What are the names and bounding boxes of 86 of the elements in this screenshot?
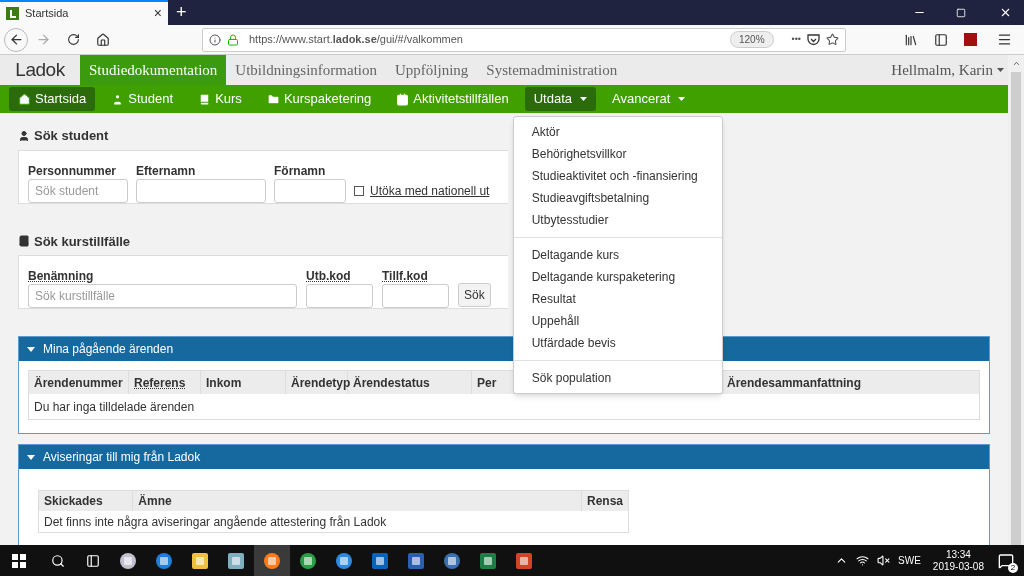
lock-icon: [227, 33, 239, 46]
windows-icon[interactable]: [12, 553, 26, 568]
dropdown-item[interactable]: Uppehåll: [513, 310, 722, 332]
dropdown-item[interactable]: Behörighetsvillkor: [513, 143, 722, 165]
module-tab[interactable]: Systemadministration: [477, 55, 627, 85]
empty-message: Det finns inte några aviseringar angående attestering från Ladok: [43, 513, 388, 531]
text-field[interactable]: Sök student: [28, 178, 128, 203]
module-tab[interactable]: Uppföljning: [386, 55, 478, 85]
dropdown-item[interactable]: Deltagande kurs: [513, 244, 722, 266]
menu-icon[interactable]: [997, 32, 1012, 47]
search-button[interactable]: Sök: [458, 283, 491, 307]
dropdown-item[interactable]: Studieaktivitet och -finansiering: [513, 165, 722, 187]
wifi-icon[interactable]: [856, 554, 870, 567]
scroll-up-icon[interactable]: [1011, 59, 1021, 68]
dropdown-item[interactable]: Studieavgiftsbetalning: [513, 187, 722, 209]
column-header: Ärendesammanfattning: [726, 374, 863, 392]
user-icon: [18, 129, 30, 142]
ladok-logo[interactable]: Ladok: [0, 55, 80, 85]
nav-link[interactable]: Startsida: [9, 87, 96, 111]
book-icon: [198, 92, 212, 106]
checkbox-label[interactable]: Utöka med nationell ut: [370, 181, 490, 200]
text-field[interactable]: [306, 284, 373, 308]
search-icon[interactable]: [51, 553, 65, 568]
dropdown-item[interactable]: Utbytesstudier: [513, 209, 722, 231]
column-header: Inkom: [201, 371, 286, 394]
empty-message: Du har inga tilldelade ärenden: [33, 398, 196, 416]
panel-header[interactable]: Aviseringar till mig från Ladok: [19, 445, 989, 469]
column-header: Rensa: [585, 493, 624, 510]
dropdown-item[interactable]: Aktör: [513, 121, 722, 143]
user-menu[interactable]: Hellmalm, Karin: [891, 55, 1008, 85]
nav-menu-button[interactable]: Utdata: [524, 87, 596, 111]
dropdown-item[interactable]: Resultat: [513, 288, 722, 310]
caret-icon: [580, 97, 587, 101]
info-icon: [209, 33, 221, 46]
book-icon: [18, 235, 30, 248]
close-icon[interactable]: [999, 6, 1012, 19]
task-view-icon[interactable]: [86, 553, 100, 568]
new-tab-button[interactable]: +: [168, 0, 195, 25]
panel-title: Aviseringar till mig från Ladok: [43, 449, 201, 466]
panel-title: Mina pågående ärenden: [43, 341, 174, 358]
column-header[interactable]: Referens: [129, 371, 201, 394]
text-field[interactable]: [274, 178, 346, 203]
restore-icon[interactable]: [956, 8, 966, 18]
text-field[interactable]: Sök kurstillfälle: [28, 284, 297, 308]
field-label: Tillf.kod: [382, 268, 428, 284]
column-header: Ämne: [133, 491, 582, 511]
text-field[interactable]: [382, 284, 449, 308]
tab-title: Startsida: [25, 6, 70, 22]
user-icon: [111, 92, 125, 106]
star-icon[interactable]: [826, 33, 839, 46]
caret-icon: [997, 68, 1004, 72]
module-tab[interactable]: Studiedokumentation: [80, 55, 227, 85]
url-field[interactable]: https://www.start.ladok.se/gui/#/valkommen 120% •••: [202, 27, 846, 52]
url-text: https://www.start.ladok.se/gui/#/valkommen: [249, 32, 464, 48]
field-label: Utb.kod: [306, 268, 351, 284]
browser-tab[interactable]: Startsida ×: [0, 0, 168, 25]
field-label: Personnummer: [28, 162, 118, 179]
favicon: [6, 7, 19, 20]
field-label: Benämning: [28, 268, 94, 284]
library-icon[interactable]: [904, 32, 918, 47]
zoom-badge[interactable]: 120%: [729, 31, 774, 48]
section-title: Sök kurstillfälle: [34, 232, 131, 251]
sidebar-icon[interactable]: [934, 32, 948, 47]
checkbox[interactable]: [354, 185, 364, 196]
dropdown-item[interactable]: Sök population: [513, 367, 722, 389]
column-header: Ärendetyp: [286, 371, 348, 394]
volume-muted-icon[interactable]: [877, 554, 891, 567]
column-header: Skickades: [39, 491, 134, 511]
language-indicator[interactable]: SWE: [898, 553, 921, 568]
column-header: Ärendenummer: [29, 371, 129, 394]
caret-icon: [678, 97, 686, 101]
field-label: Efternamn: [136, 162, 197, 179]
text-field[interactable]: [136, 178, 266, 203]
field-label: Förnamn: [274, 162, 327, 179]
folder-icon: [266, 92, 280, 106]
home-icon: [18, 92, 31, 106]
section-title: Sök student: [34, 127, 109, 145]
module-tab[interactable]: Utbildningsinformation: [226, 55, 386, 85]
clock[interactable]: 13:34 2019-03-08: [932, 548, 984, 573]
home-icon[interactable]: [96, 32, 110, 47]
reload-icon[interactable]: [67, 33, 80, 46]
calendar-icon: [396, 92, 410, 106]
tab-close-button[interactable]: ×: [153, 3, 162, 24]
pocket-icon[interactable]: [807, 33, 820, 46]
dropdown-item[interactable]: Deltagande kurspaketering: [513, 266, 722, 288]
more-button[interactable]: •••: [791, 32, 801, 47]
